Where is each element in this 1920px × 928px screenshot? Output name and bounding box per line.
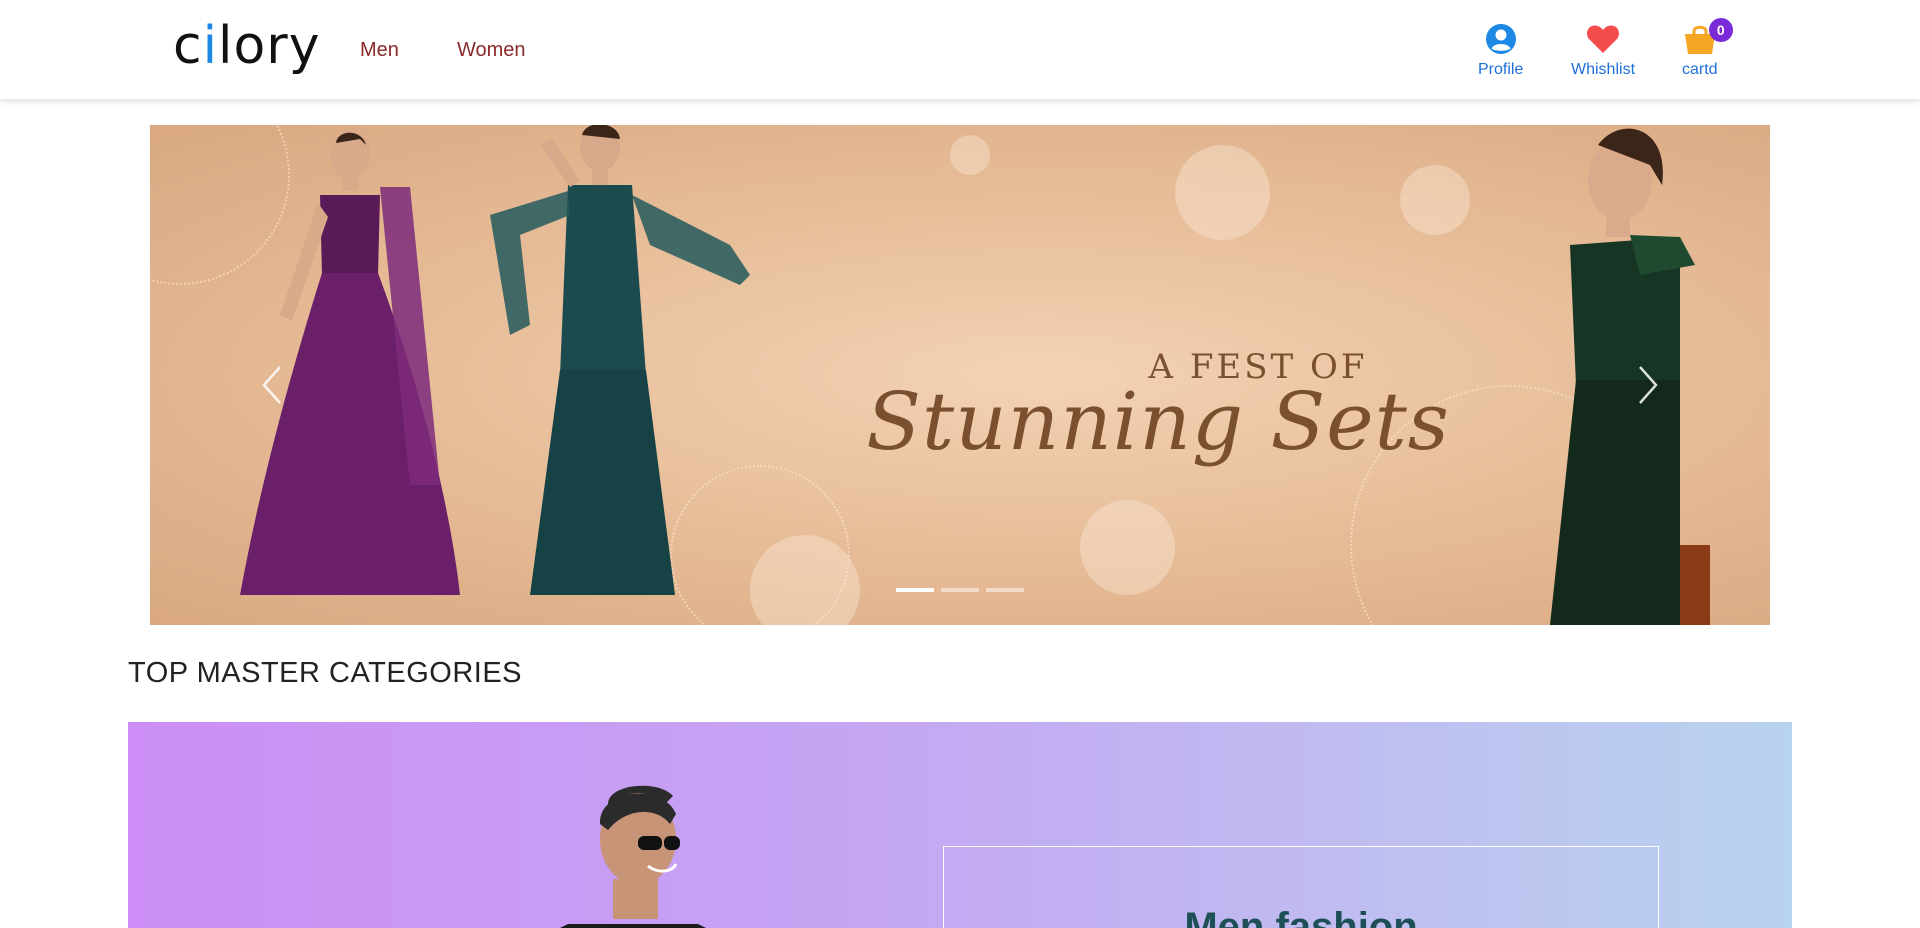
hero-carousel[interactable]: A FEST OF Stunning Sets: [150, 125, 1770, 625]
heart-icon: [1586, 22, 1620, 56]
cart-button[interactable]: 0 cartd: [1682, 18, 1733, 79]
category-title-box: Men fashion: [943, 846, 1659, 928]
cart-count-badge: 0: [1708, 18, 1733, 42]
site-logo[interactable]: cilory: [173, 16, 320, 76]
carousel-indicator-2[interactable]: [941, 588, 979, 592]
profile-label: Profile: [1478, 61, 1524, 78]
bokeh-decoration: [1175, 145, 1270, 240]
shopping-bag-icon: 0: [1683, 18, 1733, 56]
profile-button[interactable]: Profile: [1478, 22, 1523, 79]
chevron-right-icon: [1639, 366, 1658, 404]
carousel-prev-button[interactable]: [252, 355, 292, 415]
wishlist-button[interactable]: Whishlist: [1571, 22, 1635, 79]
chevron-left-icon: [262, 366, 281, 404]
site-header: cilory Men Women Profile Whishlist 0 car…: [0, 0, 1920, 99]
carousel-indicators: [896, 588, 1024, 592]
model-green-sitting-image: [1550, 128, 1710, 625]
nav-women-link[interactable]: Women: [457, 39, 526, 62]
bokeh-decoration: [1400, 165, 1470, 235]
carousel-indicator-3[interactable]: [986, 588, 1024, 592]
carousel-next-button[interactable]: [1628, 355, 1668, 415]
bokeh-decoration: [1080, 500, 1175, 595]
man-model-image: [560, 785, 706, 928]
carousel-indicator-1[interactable]: [896, 588, 934, 592]
model-teal-sharara-image: [490, 125, 750, 595]
banner-headline-script: Stunning Sets: [866, 375, 1450, 468]
master-category-card-men[interactable]: Men fashion: [128, 722, 1792, 928]
section-title: TOP MASTER CATEGORIES: [128, 657, 523, 689]
nav-men-link[interactable]: Men: [360, 39, 399, 62]
user-circle-icon: [1484, 22, 1518, 56]
bokeh-decoration: [950, 135, 990, 175]
category-title: Men fashion: [1184, 905, 1418, 928]
wishlist-label: Whishlist: [1571, 61, 1636, 78]
cart-label: cartd: [1682, 61, 1718, 78]
